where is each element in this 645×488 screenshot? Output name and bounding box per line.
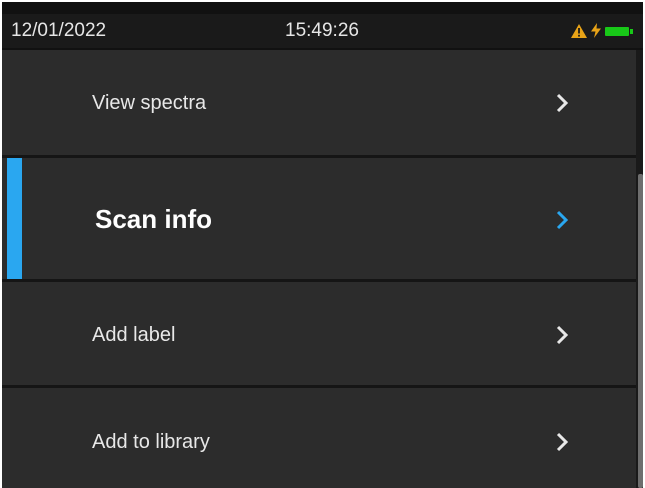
chevron-right-icon	[556, 432, 569, 452]
device-screen: 12/01/2022 15:49:26 View spectra Scan in…	[2, 2, 643, 488]
charging-bolt-icon	[591, 23, 601, 38]
scrollbar[interactable]	[636, 50, 643, 488]
warning-icon	[571, 23, 587, 38]
selection-indicator	[7, 158, 22, 279]
status-date: 12/01/2022	[11, 20, 107, 41]
menu-item-label: View spectra	[92, 92, 207, 114]
chevron-right-icon	[556, 93, 569, 113]
battery-icon	[605, 25, 633, 37]
chevron-right-icon	[556, 325, 569, 345]
chevron-right-icon	[556, 210, 569, 230]
menu-item-scan-info[interactable]: Scan info	[2, 158, 636, 282]
status-bar: 12/01/2022 15:49:26	[2, 14, 643, 48]
status-icons	[571, 23, 633, 38]
status-time: 15:49:26	[285, 20, 359, 41]
menu-list: View spectra Scan info Add label Add to …	[2, 50, 636, 488]
menu-item-add-to-library[interactable]: Add to library	[2, 388, 636, 488]
menu-item-add-label[interactable]: Add label	[2, 282, 636, 388]
scrollbar-thumb[interactable]	[638, 174, 643, 488]
menu-item-label: Add label	[92, 324, 176, 346]
menu-item-label: Scan info	[95, 204, 213, 234]
menu-item-view-spectra[interactable]: View spectra	[2, 50, 636, 158]
menu-item-label: Add to library	[92, 431, 210, 453]
